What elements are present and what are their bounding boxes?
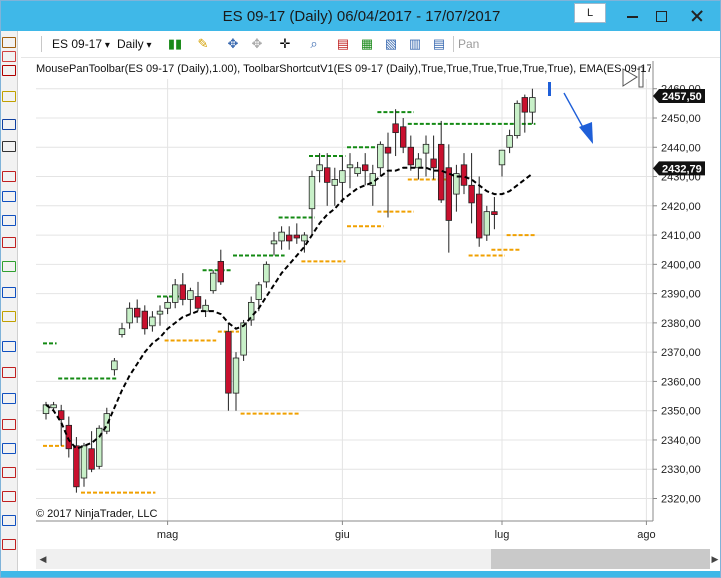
candle-up (255, 284, 262, 300)
candle-down (194, 296, 202, 309)
candle-up (331, 179, 338, 186)
candle-down (88, 448, 95, 470)
chart-window: ES 09-17 (Daily) 06/04/2017 - 17/07/2017… (0, 0, 721, 578)
candle-up (316, 164, 323, 172)
candle-up (263, 263, 270, 283)
candle-up (111, 360, 118, 371)
price-flag-label: 2432,79 (662, 163, 702, 175)
price-flag-label: 2457,50 (662, 91, 702, 103)
candle-up (270, 240, 278, 245)
candle-down (491, 211, 498, 215)
y-tick-label: 2450,00 (661, 113, 701, 125)
y-tick-label: 2410,00 (661, 230, 701, 242)
window-bottom-border (1, 571, 720, 577)
y-tick-label: 2420,00 (661, 201, 701, 213)
x-tick-label: lug (495, 529, 510, 541)
x-tick-label: giu (335, 529, 350, 541)
candle-down (217, 261, 224, 283)
candle-up (506, 135, 513, 148)
candle-up (514, 102, 521, 136)
candle-up (415, 158, 422, 169)
candle-up (209, 272, 217, 292)
candle-up (118, 328, 126, 335)
y-tick-label: 2370,00 (661, 347, 701, 359)
y-tick-label: 2440,00 (661, 142, 701, 154)
candle-down (475, 193, 483, 239)
candle-up (377, 143, 384, 169)
copyright-label: © 2017 NinjaTrader, LLC (36, 508, 158, 520)
candle-down (179, 284, 186, 300)
candle-down (323, 167, 331, 183)
candle-down (285, 234, 293, 242)
y-tick-label: 2340,00 (661, 435, 701, 447)
candle-up (339, 170, 346, 183)
candle-down (445, 167, 452, 221)
price-chart[interactable]: 2320,00 2330,00 2340,00 2350,00 2360,00 2370,… (1, 1, 721, 578)
candle-down (293, 234, 300, 239)
x-tick-label: mag (157, 529, 178, 541)
candle-down (65, 424, 72, 450)
candle-down (399, 126, 407, 148)
candle-down (225, 331, 232, 394)
candle-up (308, 176, 316, 210)
candle-up (80, 445, 88, 479)
candle-up (187, 290, 194, 300)
candle-down (392, 123, 399, 134)
candle-up (232, 357, 240, 394)
candle-up (498, 149, 506, 166)
candle-up (422, 143, 430, 154)
candle-up (278, 231, 285, 242)
drawn-arrow-shaft (563, 92, 586, 132)
candle-up (126, 307, 133, 324)
scroll-right-icon[interactable]: ▶ (708, 549, 720, 569)
last-bar-marker (548, 82, 551, 96)
candle-up (346, 164, 354, 169)
candle-down (430, 158, 437, 169)
candle-down (73, 445, 80, 488)
candle-up (247, 301, 255, 321)
ema-line (45, 166, 534, 450)
y-tick-label: 2360,00 (661, 376, 701, 388)
y-tick-label: 2400,00 (661, 259, 701, 271)
scroll-left-icon[interactable]: ◀ (36, 549, 50, 569)
candle-down (133, 307, 141, 318)
candle-down (361, 164, 369, 172)
y-tick-label: 2350,00 (661, 406, 701, 418)
candle-up (301, 234, 308, 242)
y-tick-label: 2380,00 (661, 318, 701, 330)
y-tick-label: 2330,00 (661, 464, 701, 476)
y-tick-label: 2390,00 (661, 289, 701, 301)
candle-up (171, 284, 179, 303)
indicator-labels: MousePanToolbar(ES 09-17 (Daily),1.00), … (36, 63, 651, 75)
candle-up (164, 301, 171, 309)
x-tick-label: ago (637, 529, 655, 541)
candle-up (354, 167, 361, 175)
candle-down (468, 184, 475, 204)
candle-down (384, 146, 392, 154)
candle-down (407, 146, 414, 166)
candle-down (521, 97, 528, 113)
candle-down (141, 310, 148, 330)
candle-up (50, 404, 57, 409)
candle-up (483, 211, 490, 236)
candle-up (240, 322, 247, 356)
candle-up (529, 97, 536, 113)
candle-up (149, 316, 156, 327)
horizontal-scrollbar-thumb[interactable] (491, 549, 710, 569)
candle-down (460, 164, 468, 186)
y-tick-label: 2320,00 (661, 494, 701, 506)
candle-up (156, 310, 164, 315)
